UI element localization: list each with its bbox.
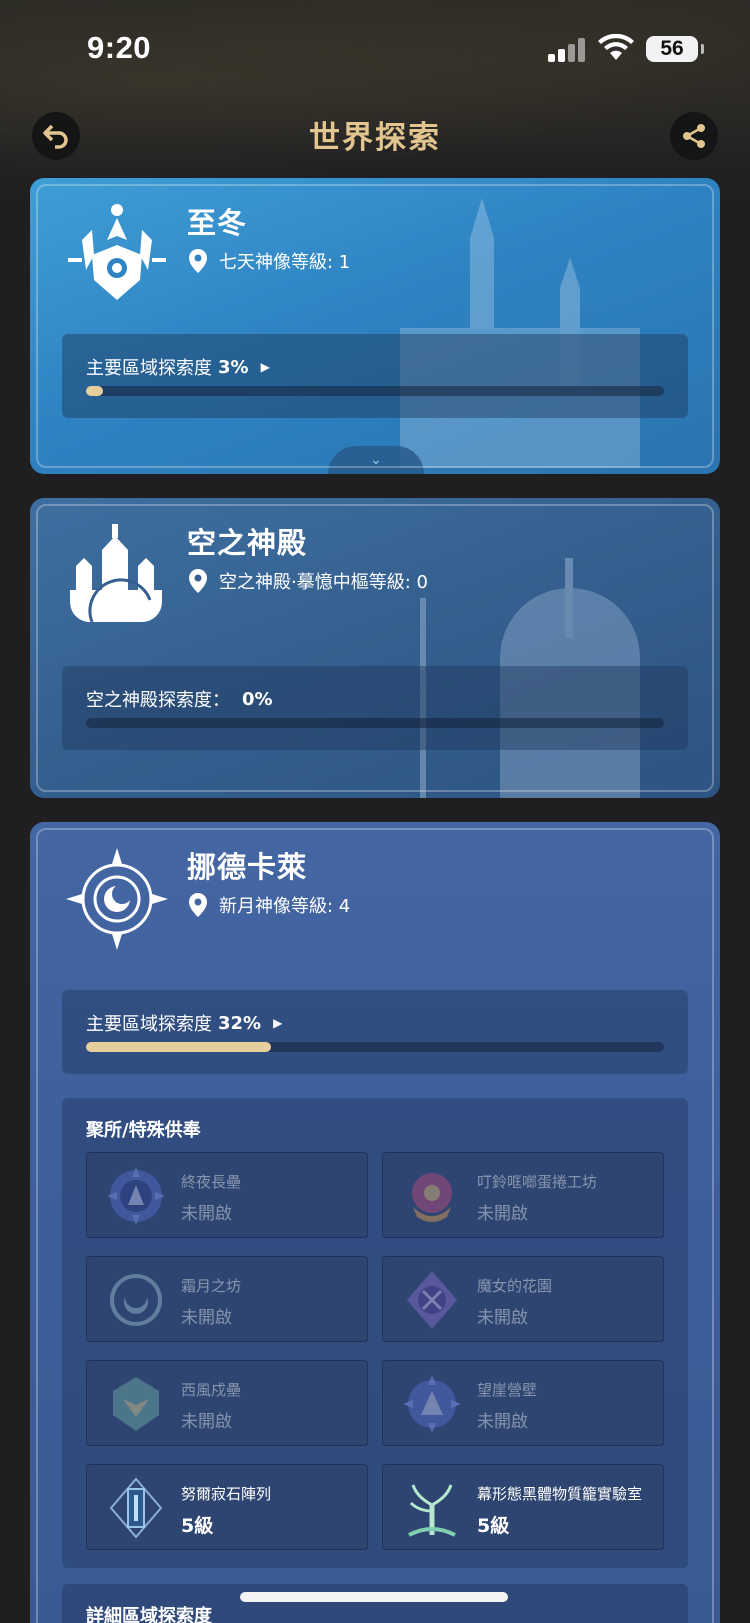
share-button[interactable] [670,112,718,160]
offering-item[interactable]: 叮鈴哐啷蛋捲工坊 未開啟 [382,1152,664,1238]
wifi-icon [598,34,634,60]
offering-name: 魔女的花園 [477,1277,553,1295]
progress-track [86,718,664,728]
status-bar: 9:20 56 [0,0,750,100]
region-card-nod-krai[interactable]: 挪德卡萊 新月神像等級: 4 主要區域探索度 32% ▶ 聚所/特殊供奉 終夜長… [30,822,720,1623]
snezhnaya-emblem-icon [68,204,166,300]
offering-item[interactable]: 望崖營壁 未開啟 [382,1360,664,1446]
sky-temple-emblem-icon [69,524,162,623]
cellular-signal-icon [548,38,586,62]
offering-name: 西風戍壘 [181,1381,242,1399]
progress-label-text: 主要區域探索度 [86,358,212,379]
region-name: 挪德卡萊 [187,850,308,884]
frost-moon-icon [110,1274,162,1326]
detail-title: 詳細區域探索度 [86,1606,212,1623]
statue-level: 新月神像等級: 4 [187,892,350,918]
offering-item[interactable]: 努爾寂石陣列 5級 [86,1464,368,1550]
progress-label-text: 空之神殿探索度： [86,690,230,711]
eggroll-workshop-icon [412,1173,452,1222]
statue-level-text: 新月神像等級: 4 [219,896,351,917]
offering-status: 5級 [477,1515,510,1537]
statue-level: 七天神像等級: 1 [187,248,350,274]
offering-name: 終夜長壘 [181,1173,242,1191]
exploration-progress[interactable]: 主要區域探索度 3% ▶ [62,334,688,418]
page-title: 世界探索 [309,120,441,156]
offering-name: 霜月之坊 [181,1277,242,1295]
location-pin-icon [189,249,207,273]
region-card-sky-temple[interactable]: 空之神殿 空之神殿·摹憶中樞等級: 0 空之神殿探索度： 0% [30,498,720,798]
offering-status: 5級 [181,1515,214,1537]
progress-label: 空之神殿探索度： 0% [86,686,273,712]
battery-indicator: 56 [646,36,704,62]
progress-percent: 0% [242,688,273,710]
status-time: 9:20 [87,30,152,65]
offering-status: 未開啟 [181,1308,232,1328]
region-card-snezhnaya[interactable]: 至冬 七天神像等級: 1 主要區域探索度 3% ▶ ⌄ [30,178,720,474]
progress-track [86,386,664,396]
lab-tree-icon [408,1484,456,1537]
offering-status: 未開啟 [477,1204,528,1224]
offering-item[interactable]: 魔女的花園 未開啟 [382,1256,664,1342]
offering-name: 努爾寂石陣列 [181,1485,272,1503]
offering-status: 未開啟 [477,1308,528,1328]
progress-label: 主要區域探索度 3% ▶ [86,354,270,380]
region-name: 至冬 [187,206,248,240]
statue-level-text: 空之神殿·摹憶中樞等級: 0 [219,572,428,593]
cliff-camp-icon [403,1375,461,1433]
progress-fill [86,386,104,396]
offering-status: 未開啟 [181,1204,232,1224]
progress-track [86,1042,664,1052]
progress-percent: 3% [218,356,249,378]
statue-level: 空之神殿·摹憶中樞等級: 0 [187,568,428,594]
caret-right-icon: ▶ [273,1016,283,1030]
progress-percent: 32% [218,1012,262,1034]
offerings-title: 聚所/特殊供奉 [86,1120,201,1141]
home-indicator[interactable] [240,1592,508,1602]
offering-item[interactable]: 幕形態黑體物質籠實驗室 5級 [382,1464,664,1550]
region-name: 空之神殿 [187,526,308,560]
offerings-grid: 終夜長壘 未開啟 叮鈴哐啷蛋捲工坊 未開啟 霜月之坊 未開啟 魔女的花園 未開啟… [86,1152,664,1550]
exploration-progress[interactable]: 主要區域探索度 32% ▶ [62,990,688,1074]
offering-name: 叮鈴哐啷蛋捲工坊 [477,1173,598,1191]
offering-item[interactable]: 終夜長壘 未開啟 [86,1152,368,1238]
offering-name: 幕形態黑體物質籠實驗室 [477,1485,643,1503]
witch-garden-icon [407,1271,457,1329]
progress-fill [86,1042,271,1052]
west-wind-bastion-icon [113,1377,159,1431]
statue-level-text: 七天神像等級: 1 [219,252,351,273]
exploration-progress: 空之神殿探索度： 0% [62,666,688,750]
share-icon [683,124,705,148]
offering-item[interactable]: 西風戍壘 未開啟 [86,1360,368,1446]
location-pin-icon [189,893,207,917]
progress-label-text: 主要區域探索度 [86,1014,212,1035]
nod-krai-emblem-icon [66,848,168,950]
offering-name: 望崖營壁 [477,1381,538,1399]
offering-status: 未開啟 [181,1412,232,1432]
location-pin-icon [189,569,207,593]
caret-right-icon: ▶ [260,360,270,374]
chevron-down-icon: ⌄ [370,452,382,468]
offerings-panel: 聚所/特殊供奉 終夜長壘 未開啟 叮鈴哐啷蛋捲工坊 未開啟 霜月之坊 未開啟 魔… [62,1098,688,1568]
palace-backdrop-image [400,198,640,468]
stone-array-icon [109,1477,163,1539]
expand-tab[interactable]: ⌄ [328,446,424,474]
detailed-exploration-panel[interactable]: 詳細區域探索度 [62,1584,688,1623]
offering-status: 未開啟 [477,1412,528,1432]
offering-item[interactable]: 霜月之坊 未開啟 [86,1256,368,1342]
night-fortress-icon [107,1167,165,1225]
progress-label: 主要區域探索度 32% ▶ [86,1010,282,1036]
